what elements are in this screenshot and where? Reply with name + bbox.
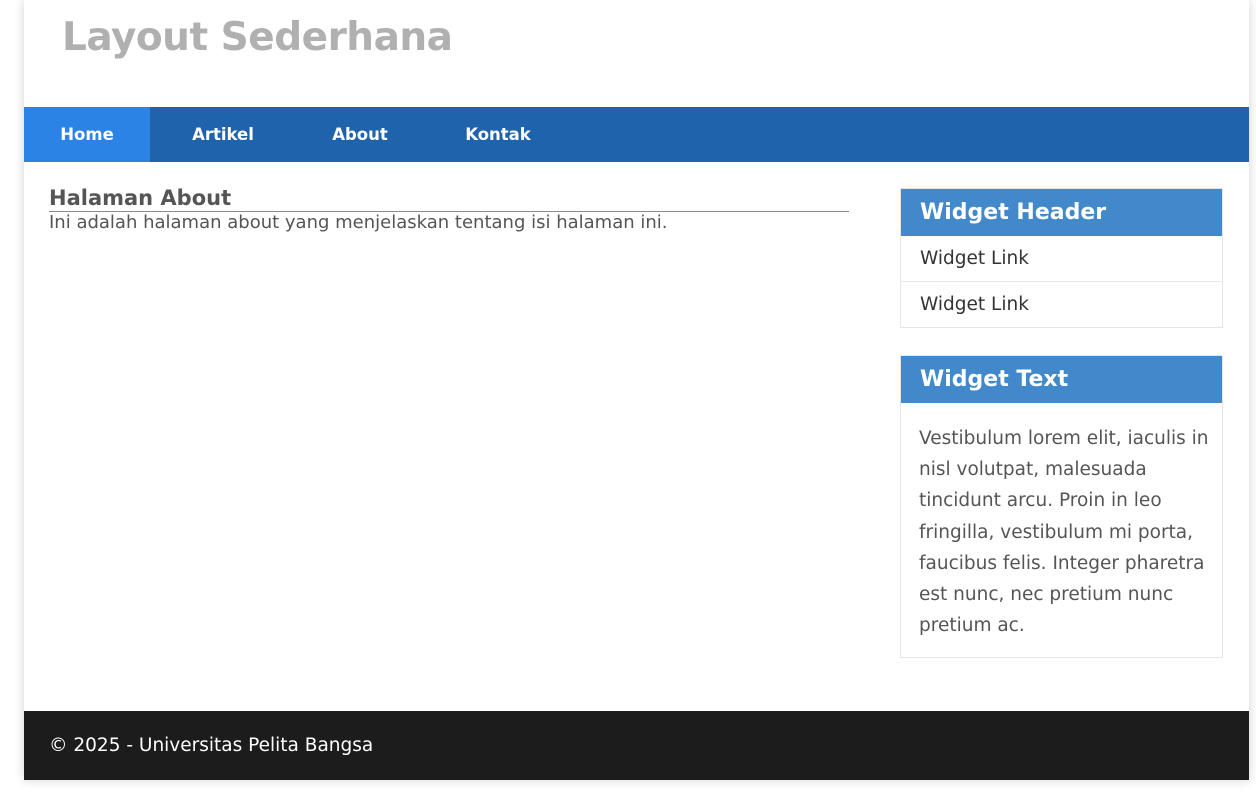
widget-link-2[interactable]: Widget Link: [901, 282, 1222, 327]
site-header: Layout Sederhana: [24, 0, 1249, 107]
site-title: Layout Sederhana: [62, 15, 453, 60]
page-title: Halaman About: [49, 186, 849, 212]
widget-link-list: Widget Link Widget Link: [901, 236, 1222, 327]
page-container: Layout Sederhana Home Artikel About Kont…: [24, 0, 1249, 780]
page-text: Ini adalah halaman about yang menjelaska…: [49, 212, 668, 233]
widget-text-title: Widget Text: [901, 356, 1222, 403]
widget-link-1[interactable]: Widget Link: [901, 236, 1222, 281]
footer-copyright: © 2025 - Universitas Pelita Bangsa: [49, 735, 374, 756]
sidebar: Widget Header Widget Link Widget Link Wi…: [900, 188, 1223, 659]
widget-text-body: Vestibulum lorem elit, iaculis in nisl v…: [919, 428, 1209, 637]
main-content: Halaman About Ini adalah halaman about y…: [49, 186, 849, 235]
main-nav: Home Artikel About Kontak: [24, 107, 1249, 162]
widget-links: Widget Header Widget Link Widget Link: [900, 188, 1223, 328]
nav-item-about[interactable]: About: [296, 107, 424, 162]
list-item: Widget Link: [901, 281, 1222, 327]
nav-item-kontak[interactable]: Kontak: [424, 107, 572, 162]
list-item: Widget Link: [901, 236, 1222, 281]
nav-item-artikel[interactable]: Artikel: [150, 107, 296, 162]
site-footer: © 2025 - Universitas Pelita Bangsa: [24, 711, 1249, 780]
widget-header-title: Widget Header: [901, 189, 1222, 236]
nav-item-home[interactable]: Home: [24, 107, 150, 162]
widget-text: Widget Text Vestibulum lorem elit, iacul…: [900, 355, 1223, 659]
